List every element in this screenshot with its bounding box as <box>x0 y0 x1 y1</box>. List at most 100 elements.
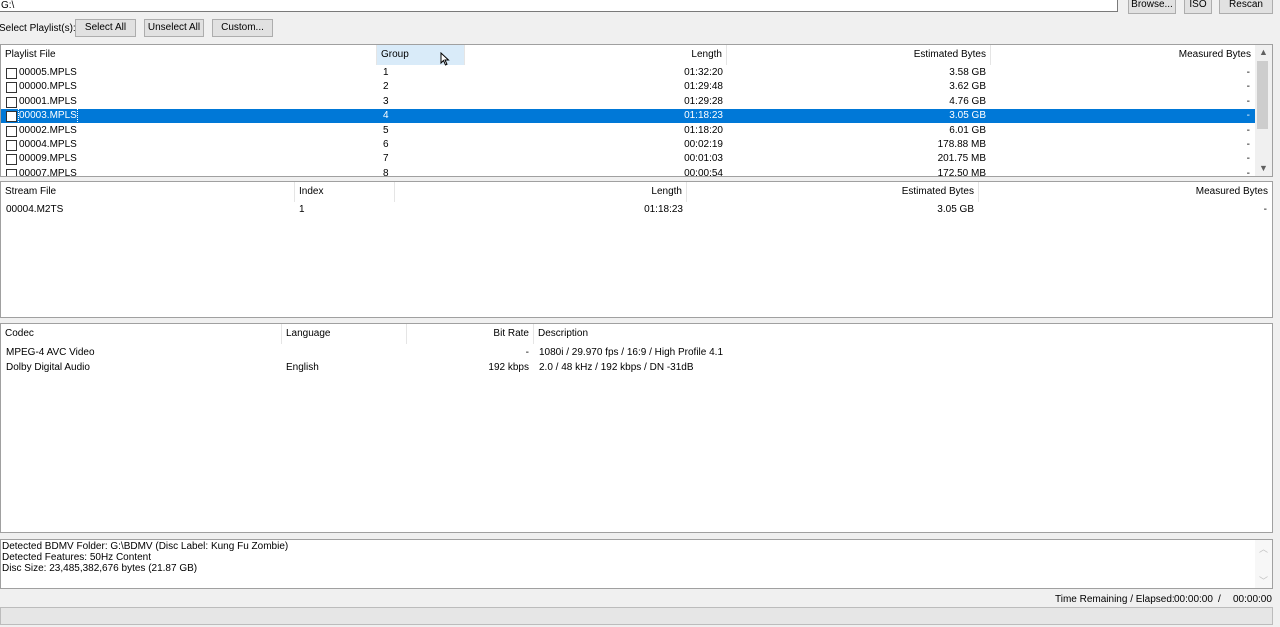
row-checkbox[interactable] <box>6 82 17 94</box>
group-cell: 7 <box>383 153 389 165</box>
table-row[interactable]: 00000.MPLS 2 01:29:48 3.62 GB - <box>1 80 1255 94</box>
time-remaining-label: Time Remaining / Elapsed: <box>1055 594 1175 605</box>
row-checkbox[interactable] <box>6 168 17 176</box>
select-all-button[interactable]: Select All <box>75 19 136 37</box>
index-cell: 1 <box>299 204 305 215</box>
estimated-bytes-cell: 3.58 GB <box>949 67 986 78</box>
column-header-index[interactable]: Index <box>295 182 395 202</box>
length-cell: 01:29:28 <box>684 95 723 107</box>
playlist-file-cell: 00001.MPLS <box>19 95 77 107</box>
log-scroll-down-icon[interactable]: ﹀ <box>1255 574 1272 587</box>
column-header-language[interactable]: Language <box>282 324 407 344</box>
measured-bytes-cell: - <box>1246 139 1250 150</box>
column-header-stream-estimated-bytes[interactable]: Estimated Bytes <box>687 182 979 202</box>
playlist-file-cell: 00007.MPLS <box>19 167 77 177</box>
column-header-description[interactable]: Description <box>534 324 834 344</box>
progress-bar <box>0 607 1273 625</box>
log-textbox[interactable]: Detected BDMV Folder: G:\BDMV (Disc Labe… <box>0 539 1273 589</box>
playlist-scrollbar[interactable]: ▲ ▼ <box>1255 45 1272 176</box>
column-header-bit-rate[interactable]: Bit Rate <box>407 324 534 344</box>
group-cell: 3 <box>383 95 389 107</box>
table-row[interactable]: 00003.MPLS 4 01:18:23 3.05 GB - <box>1 108 1255 125</box>
table-row[interactable]: Dolby Digital Audio English 192 kbps 2.0 / … <box>1 361 1272 375</box>
stream-measured-bytes-cell: - <box>1263 204 1267 215</box>
group-cell: 2 <box>383 81 389 93</box>
unselect-all-button[interactable]: Unselect All <box>144 19 204 37</box>
description-cell: 1080i / 29.970 fps / 16:9 / High Profile… <box>539 347 724 358</box>
column-header-stream-length[interactable]: Length <box>395 182 687 202</box>
select-playlists-label: Select Playlist(s): <box>0 23 76 34</box>
measured-bytes-cell: - <box>1246 67 1250 78</box>
bit-rate-cell: 192 kbps <box>488 361 529 373</box>
length-cell: 00:01:03 <box>684 153 723 165</box>
scrollbar-thumb[interactable] <box>1257 61 1268 129</box>
group-cell: 8 <box>383 167 389 177</box>
playlist-file-cell: 00009.MPLS <box>19 153 77 165</box>
measured-bytes-cell: - <box>1246 110 1250 122</box>
table-row[interactable]: 00004.M2TS 1 01:18:23 3.05 GB - <box>1 203 1272 217</box>
group-cell: 1 <box>383 67 389 78</box>
group-cell: 5 <box>383 124 389 136</box>
stream-length-cell: 01:18:23 <box>644 204 683 215</box>
playlist-file-cell: 00003.MPLS <box>18 108 78 125</box>
codec-cell: Dolby Digital Audio <box>6 361 90 373</box>
column-header-stream-measured-bytes[interactable]: Measured Bytes <box>979 182 1272 202</box>
time-remaining-value: 00:00:00 <box>1174 594 1213 605</box>
table-row[interactable]: 00004.MPLS 6 00:02:19 178.88 MB - <box>1 138 1255 152</box>
table-row[interactable]: 00007.MPLS 8 00:00:54 172.50 MB - <box>1 167 1255 177</box>
scroll-up-icon[interactable]: ▲ <box>1255 47 1272 57</box>
column-header-length[interactable]: Length <box>465 45 727 65</box>
playlist-file-cell: 00005.MPLS <box>19 67 77 78</box>
description-cell: 2.0 / 48 kHz / 192 kbps / DN -31dB <box>539 361 694 373</box>
row-checkbox[interactable] <box>6 125 17 137</box>
column-header-group[interactable]: Group <box>377 45 465 65</box>
measured-bytes-cell: - <box>1246 124 1250 136</box>
group-cell: 6 <box>383 139 389 150</box>
estimated-bytes-cell: 6.01 GB <box>949 124 986 136</box>
language-cell: English <box>286 361 319 373</box>
table-row[interactable]: 00005.MPLS 1 01:32:20 3.58 GB - <box>1 66 1255 80</box>
row-checkbox[interactable] <box>6 68 17 79</box>
row-checkbox[interactable] <box>6 140 17 151</box>
log-line-features: Detected Features: 50Hz Content <box>2 552 151 563</box>
time-separator: / <box>1218 594 1221 605</box>
length-cell: 01:32:20 <box>684 67 723 78</box>
stream-table[interactable]: Stream File Index Length Estimated Bytes… <box>0 181 1273 318</box>
column-header-measured-bytes[interactable]: Measured Bytes <box>991 45 1255 65</box>
measured-bytes-cell: - <box>1246 95 1250 107</box>
length-cell: 00:02:19 <box>684 139 723 150</box>
playlist-file-cell: 00004.MPLS <box>19 139 77 150</box>
column-header-playlist-file[interactable]: Playlist File <box>1 45 377 65</box>
table-row[interactable]: MPEG-4 AVC Video -1080i / 29.970 fps / 16… <box>1 346 1272 360</box>
column-header-estimated-bytes[interactable]: Estimated Bytes <box>727 45 991 65</box>
estimated-bytes-cell: 172.50 MB <box>937 167 986 177</box>
row-checkbox[interactable] <box>6 96 17 108</box>
measured-bytes-cell: - <box>1246 81 1250 93</box>
length-cell: 00:00:54 <box>684 167 723 177</box>
measured-bytes-cell: - <box>1246 153 1250 165</box>
custom-button[interactable]: Custom... <box>212 19 273 37</box>
log-line-disc-size: Disc Size: 23,485,382,676 bytes (21.87 G… <box>2 563 198 574</box>
estimated-bytes-cell: 201.75 MB <box>937 153 986 165</box>
playlist-table[interactable]: Playlist File Group Length Estimated Byt… <box>0 44 1273 177</box>
column-header-stream-file[interactable]: Stream File <box>1 182 295 202</box>
row-checkbox[interactable] <box>6 154 17 166</box>
table-row[interactable]: 00009.MPLS 7 00:01:03 201.75 MB - <box>1 152 1255 166</box>
codec-table[interactable]: Codec Language Bit Rate Description MPEG… <box>0 323 1273 533</box>
table-row[interactable]: 00001.MPLS 3 01:29:28 4.76 GB - <box>1 95 1255 109</box>
log-line-folder: Detected BDMV Folder: G:\BDMV (Disc Labe… <box>2 541 289 552</box>
playlist-file-cell: 00000.MPLS <box>19 81 77 93</box>
length-cell: 01:18:20 <box>684 124 723 136</box>
table-row[interactable]: 00002.MPLS 5 01:18:20 6.01 GB - <box>1 124 1255 138</box>
codec-cell: MPEG-4 AVC Video <box>6 347 95 358</box>
log-scrollbar[interactable]: ︿ ﹀ <box>1255 540 1272 588</box>
browse-button[interactable]: Browse... <box>1128 0 1176 14</box>
estimated-bytes-cell: 3.05 GB <box>949 110 986 122</box>
rescan-button[interactable]: Rescan <box>1219 0 1273 14</box>
iso-button[interactable]: ISO <box>1184 0 1212 14</box>
log-scroll-up-icon[interactable]: ︿ <box>1255 542 1272 555</box>
path-input[interactable]: G:\ <box>0 0 1118 12</box>
column-header-codec[interactable]: Codec <box>1 324 282 344</box>
scroll-down-icon[interactable]: ▼ <box>1255 163 1272 173</box>
row-checkbox[interactable] <box>6 111 17 123</box>
